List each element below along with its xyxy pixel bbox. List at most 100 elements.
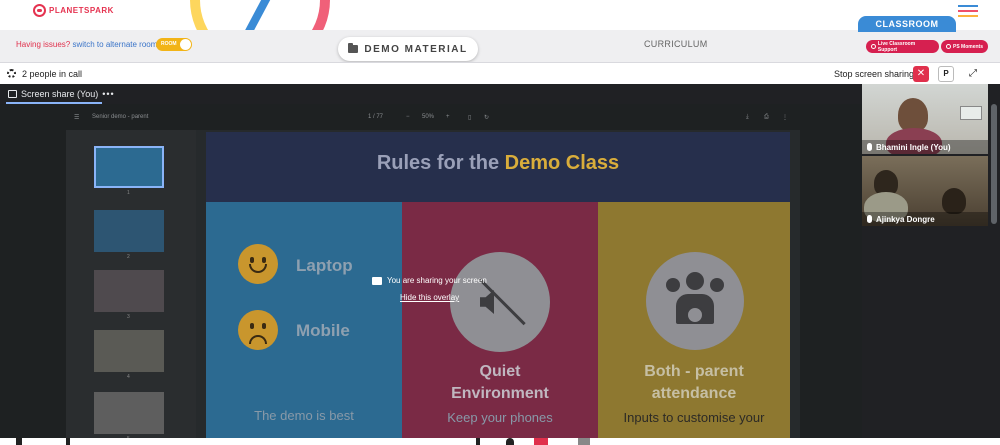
screen-share-tab[interactable]: Screen share (You) ••• — [8, 89, 115, 99]
bottom-controls — [0, 438, 1000, 445]
top-bar: PLANETSPARK — [0, 0, 1000, 70]
participant-tile[interactable]: Bhamini Ingle (You) — [862, 84, 988, 154]
both-line1: Both - parent — [644, 363, 744, 380]
participant-tile[interactable]: Ajinkya Dongre — [862, 156, 988, 226]
mobile-label: Mobile — [296, 321, 350, 340]
stop-sharing-label: Stop screen sharing — [834, 69, 915, 79]
quiet-line1: Quiet — [479, 363, 521, 380]
logo-text: PLANETSPARK — [49, 6, 114, 15]
both-parent-column: Both - parent attendance Inputs to custo… — [598, 202, 790, 445]
planetspark-logo[interactable]: PLANETSPARK — [33, 4, 114, 17]
camera-control-icon[interactable] — [66, 438, 70, 445]
slide-title: Rules for the Demo Class — [206, 152, 790, 175]
demo-material-button[interactable]: DEMO MATERIAL — [338, 37, 478, 61]
curriculum-tab[interactable]: CURRICULUM — [644, 39, 708, 49]
page-thumbnail[interactable] — [94, 330, 164, 372]
sad-emoji-icon — [238, 310, 278, 350]
rotate-icon[interactable]: ↻ — [484, 114, 489, 121]
thumb-number: 3 — [127, 314, 130, 320]
more-options-icon[interactable]: ••• — [102, 89, 114, 99]
page-thumbnail[interactable] — [94, 392, 164, 434]
folder-icon — [348, 43, 359, 53]
slide: Rules for the Demo Class Laptop Mobile T… — [206, 132, 790, 445]
print-icon[interactable]: ⎙ — [764, 114, 769, 121]
page-thumbnail[interactable] — [94, 210, 164, 252]
page-thumbnail[interactable] — [94, 146, 164, 188]
screen-share-label: Screen share (You) — [21, 89, 99, 99]
viewer-toolbar: ☰ Senior demo - parent 1 / 77 − 50% + ▯ … — [66, 108, 800, 128]
viewer-more-icon[interactable]: ⋮ — [782, 114, 788, 121]
live-support-button[interactable]: Live Classroom Support — [866, 40, 939, 53]
participant-name: Ajinkya Dongre — [876, 214, 935, 224]
toggle-label: ROOM — [161, 41, 177, 47]
viewer-zoom[interactable]: 50% — [422, 114, 434, 120]
hide-overlay-link[interactable]: Hide this overlay — [400, 293, 459, 302]
mute-speaker-icon — [450, 252, 550, 352]
moments-icon — [946, 44, 951, 49]
download-icon[interactable]: ⤓ — [746, 114, 749, 121]
info-icon[interactable] — [476, 438, 480, 445]
person-head — [898, 98, 928, 132]
call-bar: 2 people in call Stop screen sharing ✕ P… — [0, 62, 1000, 84]
viewer-page[interactable]: 1 / 77 — [368, 114, 383, 120]
viewer-menu-icon[interactable]: ☰ — [74, 114, 79, 121]
scrollbar[interactable] — [988, 84, 1000, 445]
room-toggle[interactable]: ROOM — [156, 38, 192, 51]
mic-icon — [867, 143, 872, 151]
mic-icon — [867, 215, 872, 223]
people-icon[interactable] — [506, 438, 514, 445]
laptop-label: Laptop — [296, 256, 353, 275]
participant-name-bar: Ajinkya Dongre — [862, 212, 988, 226]
toggle-knob — [180, 39, 191, 50]
alternate-room-link[interactable]: switch to alternate room — [72, 40, 157, 49]
scrollbar-thumb[interactable] — [991, 104, 997, 224]
expand-icon[interactable]: ⤢ — [964, 66, 982, 82]
demo-text: The demo is best — [254, 408, 354, 423]
live-support-label: Live Classroom Support — [877, 40, 916, 53]
sharing-message: You are sharing your screen — [387, 276, 487, 285]
slide-title-highlight: Demo Class — [504, 152, 620, 174]
meeting-area: Screen share (You) ••• ☰ Senior demo - p… — [0, 84, 1000, 445]
present-icon — [372, 276, 382, 285]
quiet-line2: Environment — [451, 385, 549, 402]
thumbnail-panel: 1 2 3 4 5 — [66, 130, 196, 445]
thumb-number: 2 — [127, 254, 130, 260]
chat-icon[interactable] — [578, 438, 590, 445]
stop-sharing-button[interactable]: ✕ — [913, 66, 929, 82]
mic-control-icon[interactable] — [16, 438, 22, 445]
group-people-icon — [646, 252, 744, 350]
gear-icon[interactable] — [7, 69, 16, 78]
present-icon — [8, 90, 17, 98]
quiet-environment-column: Quiet Environment Keep your phones — [402, 202, 598, 445]
zoom-out-icon[interactable]: − — [406, 114, 410, 120]
logo-icon — [33, 4, 46, 17]
both-sub: Inputs to customise your — [623, 410, 765, 425]
thumb-number: 1 — [127, 190, 130, 196]
hamburger-menu-icon[interactable] — [958, 5, 978, 17]
smile-emoji-icon — [238, 244, 278, 284]
issue-notice: Having issues? switch to alternate room — [16, 40, 157, 49]
issue-text: Having issues? — [16, 40, 71, 49]
viewer-doc-title: Senior demo - parent — [92, 114, 149, 120]
classroom-tab[interactable]: CLASSROOM — [858, 16, 956, 32]
people-count: 2 people in call — [22, 69, 83, 79]
both-line2: attendance — [651, 385, 737, 402]
fit-page-icon[interactable]: ▯ — [468, 114, 471, 121]
pip-button[interactable]: P — [938, 66, 954, 82]
thumb-number: 4 — [127, 374, 130, 380]
present-stop-icon[interactable] — [534, 438, 548, 445]
laptop-mobile-column: Laptop Mobile The demo is best — [206, 202, 402, 445]
pdf-viewer: ☰ Senior demo - parent 1 / 77 − 50% + ▯ … — [0, 104, 862, 445]
demo-material-label: DEMO MATERIAL — [364, 43, 468, 55]
participant-name: Bhamini Ingle (You) — [876, 142, 951, 152]
share-tab-bar: Screen share (You) ••• — [0, 84, 862, 104]
zoom-in-icon[interactable]: + — [446, 114, 450, 120]
participant-name-bar: Bhamini Ingle (You) — [862, 140, 988, 154]
person-head — [942, 188, 966, 214]
quiet-sub: Keep your phones — [447, 410, 553, 425]
ps-moments-label: PS Moments — [953, 43, 984, 50]
page-thumbnail[interactable] — [94, 270, 164, 312]
classroom-toolbar: Having issues? switch to alternate room … — [0, 16, 1000, 62]
slide-title-prefix: Rules for the — [376, 152, 500, 174]
ps-moments-button[interactable]: PS Moments — [941, 40, 988, 53]
